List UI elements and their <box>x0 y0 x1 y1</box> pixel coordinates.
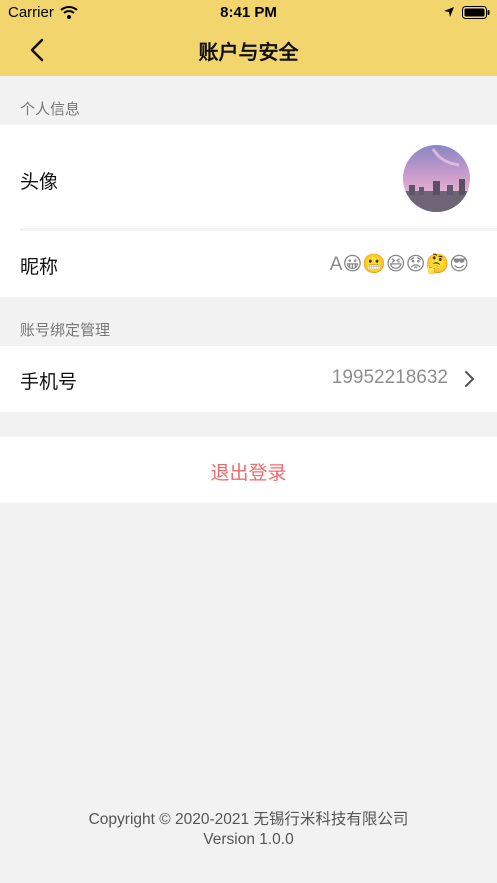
logout-label: 退出登录 <box>210 463 287 484</box>
nickname-label: 昵称 <box>20 257 59 278</box>
nickname-value: A😀😬😆😟🤔😎 <box>329 254 469 275</box>
section-header-account-binding: 账号绑定管理 <box>20 322 111 339</box>
chevron-right-icon <box>465 371 474 387</box>
personal-info-group: 头像 昵称 A😀😬😆😟🤔😎 <box>0 125 497 297</box>
nickname-row[interactable]: 昵称 A😀😬😆😟🤔😎 <box>0 231 497 297</box>
copyright-text: Copyright © 2020-2021 无锡行米科技有限公司 <box>88 811 409 828</box>
avatar-image <box>403 145 470 212</box>
navigation-header: Carrier 8:41 PM 账户与安全 <box>0 0 497 76</box>
version-text: Version 1.0.0 <box>203 831 294 848</box>
phone-value: 19952218632 <box>331 367 448 388</box>
phone-row[interactable]: 手机号 19952218632 <box>0 346 497 412</box>
section-header-personal-info: 个人信息 <box>20 101 81 118</box>
avatar-label: 头像 <box>20 172 59 193</box>
battery-icon <box>462 6 490 19</box>
avatar-row[interactable]: 头像 <box>0 125 497 229</box>
status-time: 8:41 PM <box>220 4 277 21</box>
avatar[interactable] <box>403 145 470 212</box>
page-title: 账户与安全 <box>198 42 299 64</box>
location-icon <box>444 7 454 17</box>
status-bar: Carrier 8:41 PM <box>0 0 497 26</box>
logout-button[interactable]: 退出登录 <box>0 437 497 503</box>
phone-label: 手机号 <box>20 372 78 393</box>
